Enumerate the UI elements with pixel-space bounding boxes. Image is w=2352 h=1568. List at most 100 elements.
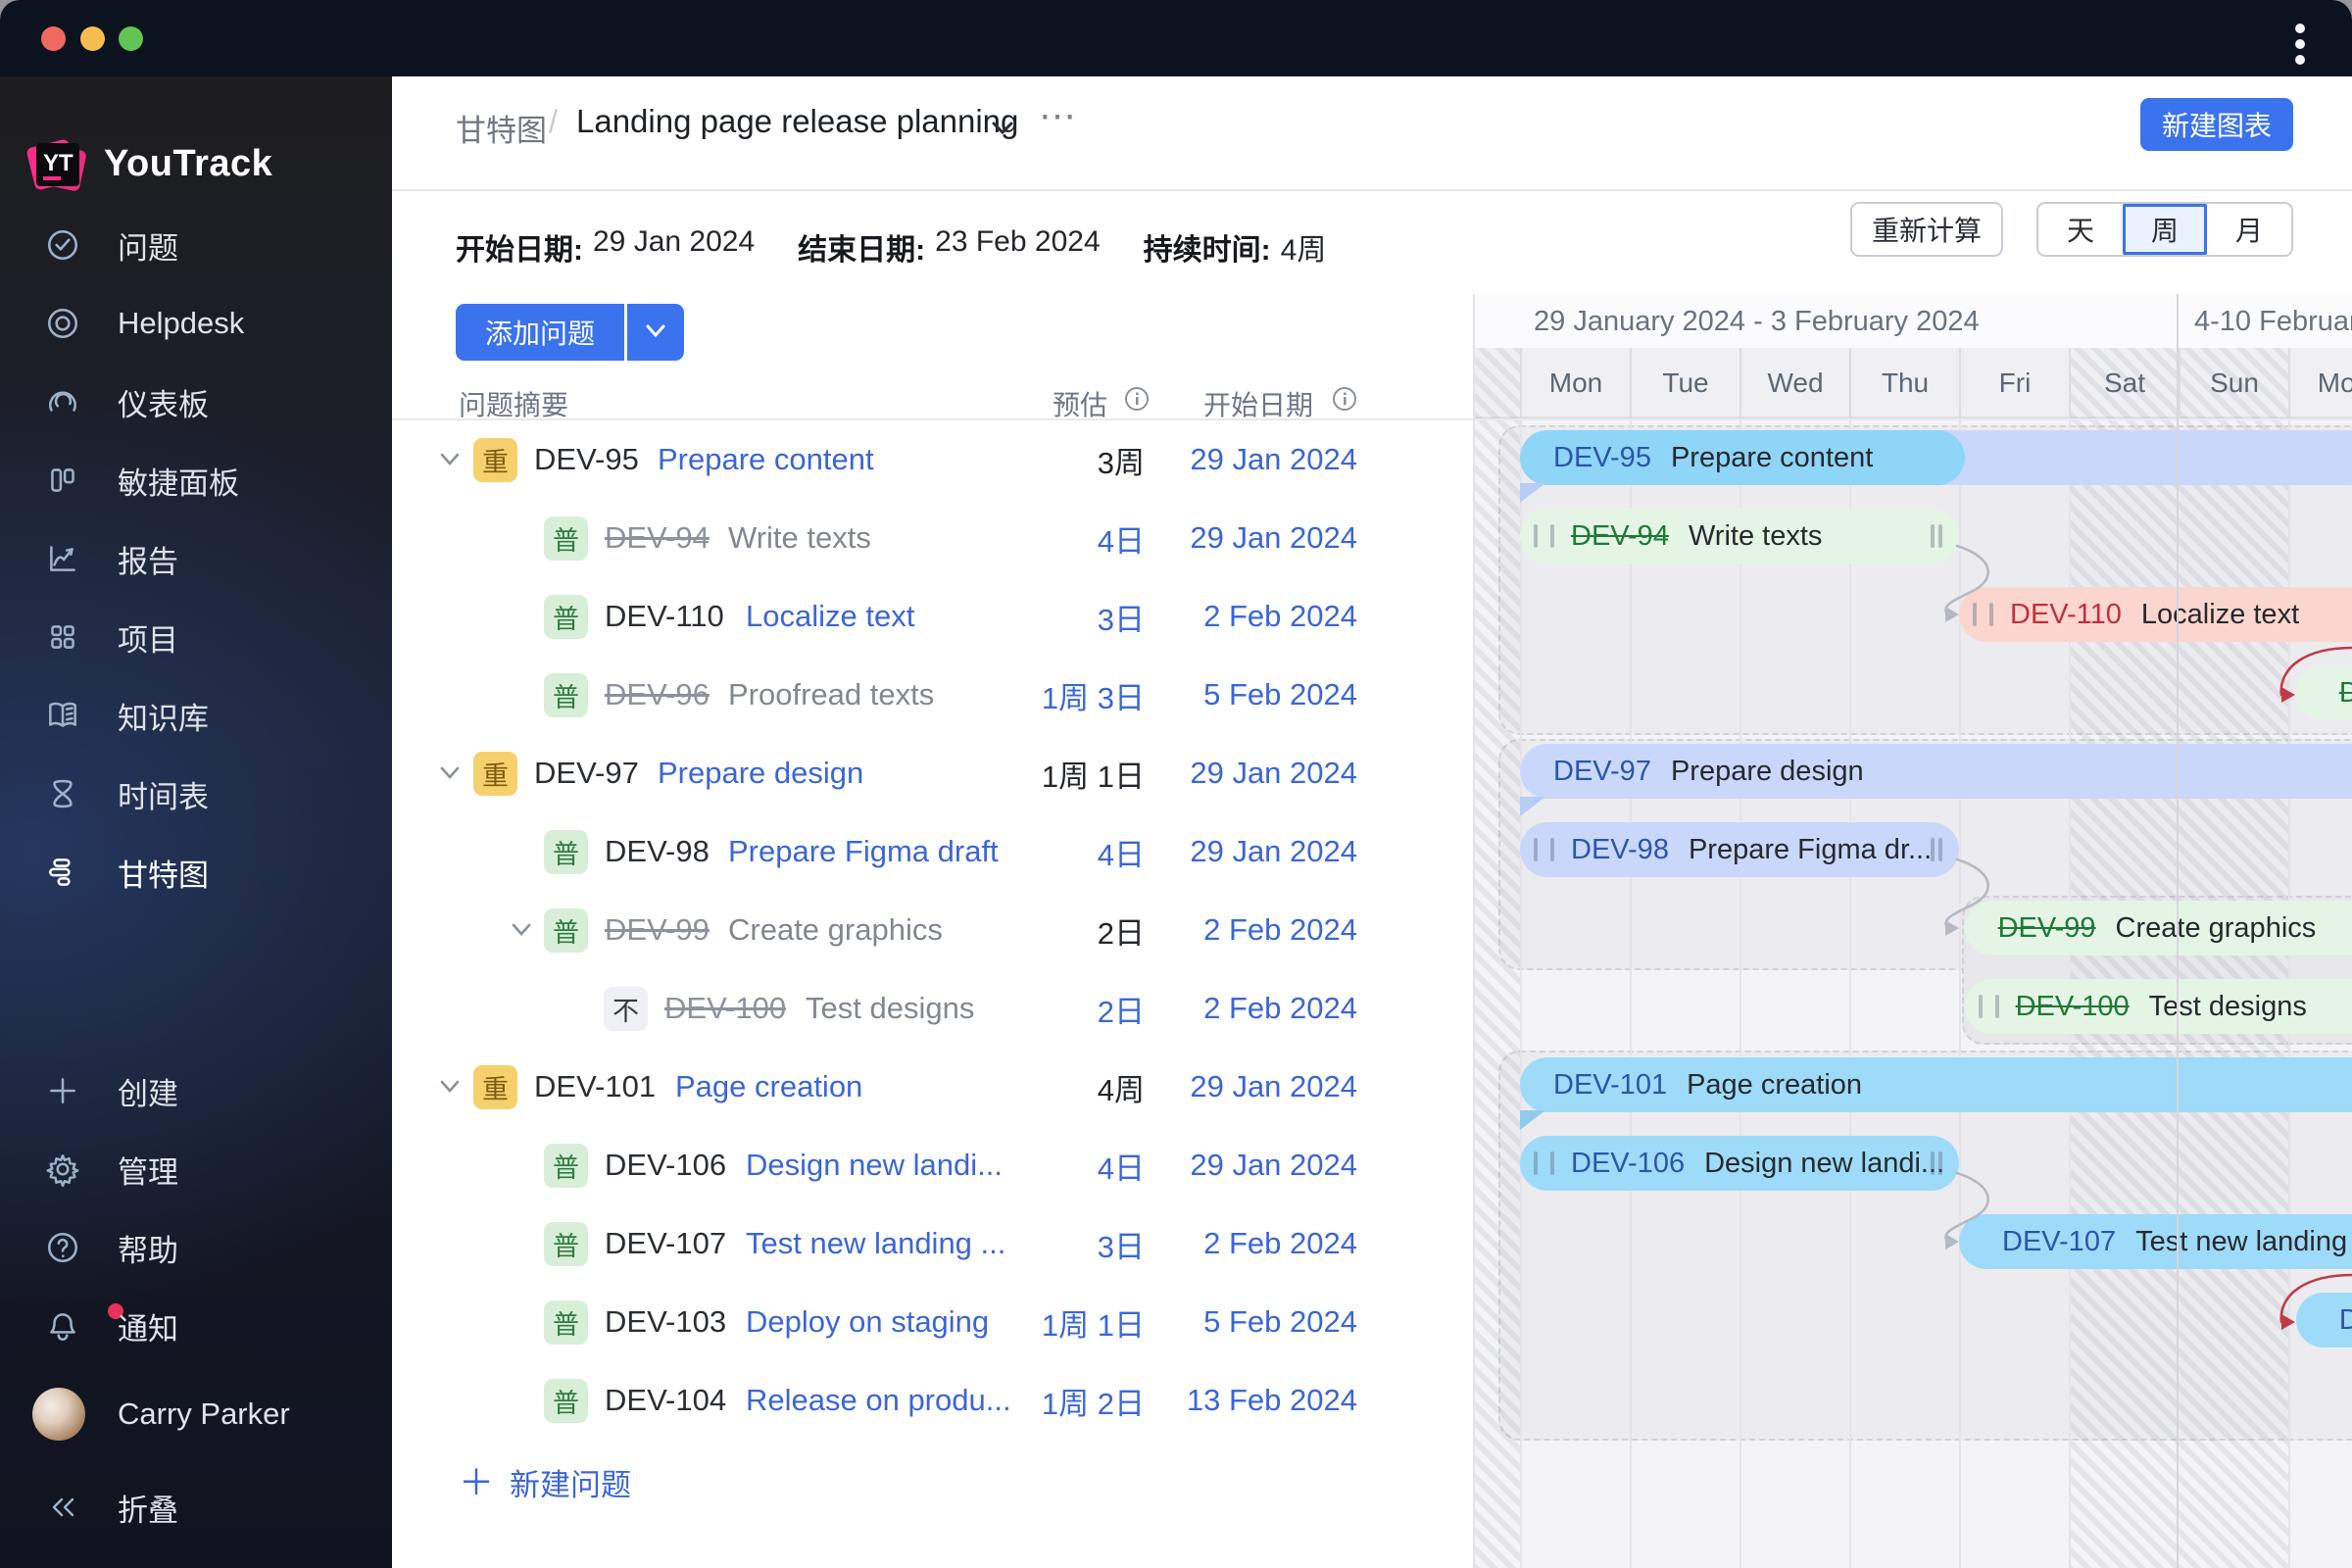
issue-id[interactable]: DEV-107 (605, 1204, 726, 1283)
sidebar-item-hourglass[interactable]: 时间表 (0, 762, 392, 825)
page-title[interactable]: Landing page release planning (576, 103, 1018, 140)
issue-estimate[interactable]: 2日 (1098, 969, 1145, 1048)
issue-summary[interactable]: Deploy on staging (746, 1283, 989, 1361)
issue-id[interactable]: DEV-97 (534, 734, 639, 812)
drag-handle-icon[interactable] (1994, 995, 1999, 1018)
issue-start-date[interactable]: 13 Feb 2024 (1187, 1361, 1357, 1440)
issue-summary[interactable]: Prepare Figma draft (728, 812, 999, 891)
issue-start-date[interactable]: 2 Feb 2024 (1203, 577, 1357, 656)
issue-id[interactable]: DEV-98 (605, 812, 710, 891)
sidebar-item-chart[interactable]: 报告 (0, 527, 392, 590)
drag-handle-icon[interactable] (1973, 603, 1977, 626)
column-header-summary[interactable]: 问题摘要 (459, 384, 568, 423)
priority-badge[interactable]: 普 (544, 515, 588, 561)
gantt-bar-DEV-106[interactable]: DEV-106 Design new landi... (1520, 1136, 1959, 1191)
gantt-bar-DEV-96[interactable]: DEV-96Proofread texts (2295, 665, 2352, 720)
issue-start-date[interactable]: 29 Jan 2024 (1190, 499, 1357, 577)
table-row[interactable]: 普 DEV-99 Create graphics 2日 2 Feb 2024 (392, 891, 1473, 969)
issue-id[interactable]: DEV-100 (664, 969, 786, 1048)
issue-start-date[interactable]: 2 Feb 2024 (1203, 891, 1357, 969)
sidebar-item-help[interactable]: 帮助 (0, 1216, 392, 1279)
issue-summary[interactable]: Proofread texts (728, 656, 934, 734)
table-row[interactable]: 普 DEV-94 Write texts 4日 29 Jan 2024 (392, 499, 1473, 577)
drag-handle-icon[interactable] (1989, 603, 1993, 626)
table-row[interactable]: 重 DEV-101 Page creation 4周 29 Jan 2024 (392, 1048, 1473, 1126)
gantt-bar-DEV-107[interactable]: DEV-107 Test new landing page (1959, 1214, 2352, 1269)
table-row[interactable]: 普 DEV-110 Localize text 3日 2 Feb 2024 (392, 577, 1473, 656)
gantt-bar-DEV-94[interactable]: DEV-94 Write texts (1520, 509, 1959, 564)
zoom-option-月[interactable]: 月 (2207, 204, 2291, 255)
column-header-estimate[interactable]: 预估 (1053, 384, 1107, 423)
issue-estimate[interactable]: 1周 1日 (1042, 734, 1145, 812)
chevron-down-icon[interactable] (990, 120, 1015, 142)
issue-estimate[interactable]: 1周 1日 (1042, 1283, 1145, 1361)
gantt-bar-DEV-100[interactable]: DEV-100 Test designs (1964, 979, 2352, 1034)
issue-estimate[interactable]: 1周 2日 (1042, 1361, 1145, 1440)
recalculate-button[interactable]: 重新计算 (1850, 202, 2003, 257)
issue-estimate[interactable]: 4周 (1098, 1048, 1145, 1126)
issue-summary[interactable]: Test new landing ... (746, 1204, 1005, 1283)
sidebar-item-lifebuoy[interactable]: Helpdesk (0, 292, 392, 355)
priority-badge[interactable]: 不 (604, 986, 648, 1031)
drag-handle-icon[interactable] (1550, 1152, 1554, 1175)
issue-summary[interactable]: Prepare design (658, 734, 863, 812)
issue-start-date[interactable]: 29 Jan 2024 (1190, 420, 1357, 499)
issue-estimate[interactable]: 3周 (1098, 420, 1145, 499)
issue-summary[interactable]: Test designs (806, 969, 974, 1048)
zoom-option-周[interactable]: 周 (2123, 204, 2207, 255)
sidebar-item-grid[interactable]: 项目 (0, 606, 392, 668)
table-row[interactable]: 普 DEV-98 Prepare Figma draft 4日 29 Jan 2024 (392, 812, 1473, 891)
gantt-bar-DEV-103[interactable]: DEV-103Deploy on staging (2295, 1293, 2352, 1348)
issue-start-date[interactable]: 2 Feb 2024 (1203, 1204, 1357, 1283)
issue-estimate[interactable]: 2日 (1098, 891, 1145, 969)
sidebar-item-gauge[interactable]: 仪表板 (0, 370, 392, 433)
table-row[interactable]: 普 DEV-96 Proofread texts 1周 3日 5 Feb 2024 (392, 656, 1473, 734)
drag-handle-icon[interactable] (1978, 995, 1983, 1018)
issue-estimate[interactable]: 4日 (1098, 1126, 1145, 1204)
expand-chevron-icon[interactable] (438, 420, 464, 499)
gantt-bar-DEV-98[interactable]: DEV-98 Prepare Figma dr... (1520, 822, 1959, 877)
priority-badge[interactable]: 普 (544, 1143, 588, 1188)
issue-estimate[interactable]: 4日 (1098, 499, 1145, 577)
priority-badge[interactable]: 普 (544, 1221, 588, 1266)
youtrack-logo-icon[interactable]: YT (24, 133, 89, 198)
drag-handle-icon[interactable] (1938, 1152, 1942, 1175)
sidebar-item-book[interactable]: 知识库 (0, 684, 392, 747)
drag-handle-icon[interactable] (1931, 1152, 1935, 1175)
column-header-start-date[interactable]: 开始日期 (1203, 384, 1313, 423)
table-row[interactable]: 重 DEV-95 Prepare content 3周 29 Jan 2024 (392, 420, 1473, 499)
drag-handle-icon[interactable] (1534, 524, 1538, 548)
issue-start-date[interactable]: 29 Jan 2024 (1190, 1126, 1357, 1204)
sidebar-item-gantt[interactable]: 甘特图 (0, 841, 392, 904)
issue-summary[interactable]: Design new landi... (746, 1126, 1003, 1204)
priority-badge[interactable]: 重 (473, 751, 517, 796)
issue-start-date[interactable]: 5 Feb 2024 (1203, 656, 1357, 734)
issue-start-date[interactable]: 29 Jan 2024 (1190, 734, 1357, 812)
close-window-button[interactable] (41, 26, 66, 51)
issue-summary[interactable]: Write texts (728, 499, 871, 577)
issue-id[interactable]: DEV-104 (605, 1361, 726, 1440)
priority-badge[interactable]: 普 (544, 1378, 588, 1423)
table-row[interactable]: 普 DEV-103 Deploy on staging 1周 1日 5 Feb 2024 (392, 1283, 1473, 1361)
info-icon[interactable] (1332, 386, 1357, 418)
info-icon[interactable] (1124, 386, 1150, 418)
issue-id[interactable]: DEV-110 (605, 577, 724, 656)
drag-handle-icon[interactable] (1938, 838, 1942, 861)
table-row[interactable]: 不 DEV-100 Test designs 2日 2 Feb 2024 (392, 969, 1473, 1048)
maximize-window-button[interactable] (119, 26, 143, 51)
issue-start-date[interactable]: 29 Jan 2024 (1190, 1048, 1357, 1126)
breadcrumb-section[interactable]: 甘特图 (456, 106, 547, 150)
issue-id[interactable]: DEV-106 (605, 1126, 726, 1204)
drag-handle-icon[interactable] (1938, 524, 1942, 548)
table-row[interactable]: 重 DEV-97 Prepare design 1周 1日 29 Jan 2024 (392, 734, 1473, 812)
add-issue-button[interactable]: 添加问题 (456, 304, 624, 361)
gantt-bar-progress-DEV-95[interactable]: DEV-95 Prepare content (1520, 430, 1965, 485)
priority-badge[interactable]: 重 (473, 437, 517, 482)
issue-estimate[interactable]: 3日 (1098, 577, 1145, 656)
issue-estimate[interactable]: 4日 (1098, 812, 1145, 891)
new-issue-link[interactable]: ＋ 新建问题 (459, 1460, 631, 1504)
sidebar-item-check-circle[interactable]: 问题 (0, 214, 392, 276)
table-row[interactable]: 普 DEV-104 Release on produ... 1周 2日 13 Feb 2… (392, 1361, 1473, 1440)
new-chart-button[interactable]: 新建图表 (2140, 98, 2293, 151)
priority-badge[interactable]: 普 (544, 594, 588, 639)
